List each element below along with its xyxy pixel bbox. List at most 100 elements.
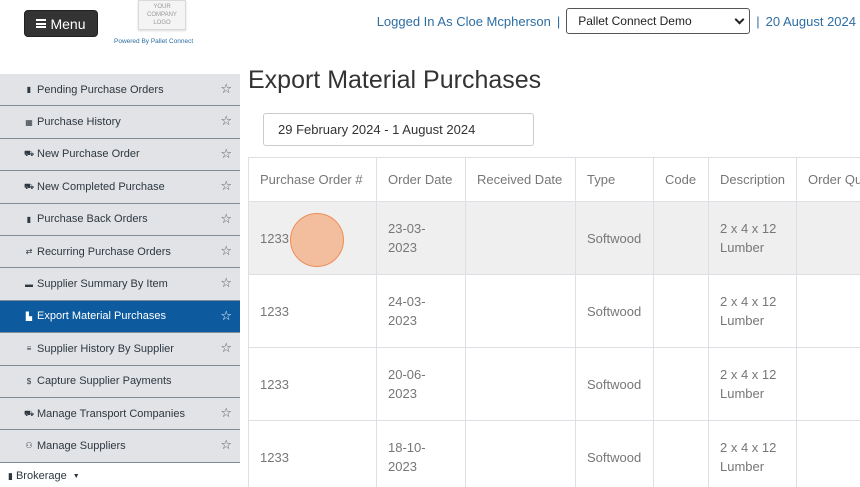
table-header-row: Purchase Order #Order DateReceived DateT… — [249, 158, 860, 202]
sidebar-item-label: Recurring Purchase Orders — [37, 246, 171, 258]
order-date-cell: 24-03-2023 — [377, 275, 466, 348]
sidebar-item-brokerage[interactable]: ▮ Brokerage ▼ — [8, 470, 80, 482]
sidebar-item-label: Purchase Back Orders — [37, 213, 148, 225]
table-row[interactable]: 123320-06-2023Softwood2 x 4 x 12Lumber — [249, 348, 860, 421]
order-date-part: 2023 — [388, 459, 417, 474]
sidebar-item-label: Manage Transport Companies — [37, 408, 185, 420]
purchases-table-container[interactable]: Purchase Order #Order DateReceived DateT… — [248, 157, 860, 487]
company-select-value: Pallet Connect Demo — [578, 14, 691, 28]
table-row[interactable]: 123318-10-2023Softwood2 x 4 x 12Lumber — [249, 421, 860, 487]
main-content: Export Material Purchases 29 February 20… — [240, 64, 860, 482]
order-date-part: 20-06- — [388, 367, 426, 382]
type-cell: Softwood — [576, 275, 654, 348]
sidebar-item-label: Supplier Summary By Item — [37, 278, 168, 290]
code-cell — [654, 202, 709, 275]
column-header[interactable]: Order Qu — [797, 158, 860, 202]
qty-cell — [797, 348, 860, 421]
type-cell: Softwood — [576, 348, 654, 421]
column-header[interactable]: Type — [576, 158, 654, 202]
po-cell: 1233 — [249, 421, 377, 487]
description-part: Lumber — [720, 459, 764, 474]
sidebar-item-label: Capture Supplier Payments — [37, 375, 172, 387]
po-number: 1233 — [260, 231, 289, 246]
star-icon[interactable]: ☆ — [220, 341, 232, 355]
dollar-icon: $ — [24, 377, 34, 386]
sidebar-item-label: New Completed Purchase — [37, 181, 165, 193]
code-cell — [654, 348, 709, 421]
sidebar-menu: ▮Pending Purchase Orders☆▦Purchase Histo… — [0, 74, 240, 463]
sidebar-item-label: Export Material Purchases — [37, 310, 166, 322]
current-date: 20 August 2024 — [766, 14, 856, 29]
sidebar-item[interactable]: ▙Export Material Purchases☆ — [0, 301, 240, 333]
powered-by-text: Powered By Pallet Connect — [114, 38, 193, 45]
sidebar-item[interactable]: ⛟New Completed Purchase ☆ — [0, 171, 240, 203]
description-part: 2 x 4 x 12 — [720, 367, 776, 382]
sidebar-item[interactable]: ≡Supplier History By Supplier☆ — [0, 333, 240, 365]
received-date-cell — [466, 202, 576, 275]
sidebar-item[interactable]: ▮Pending Purchase Orders☆ — [0, 74, 240, 106]
menu-button[interactable]: Menu — [24, 10, 98, 37]
po-number: 1233 — [260, 377, 289, 392]
column-header[interactable]: Code — [654, 158, 709, 202]
truck-icon: ⛟ — [24, 182, 34, 191]
order-date-part: 23-03- — [388, 221, 426, 236]
sidebar-item[interactable]: ▬Supplier Summary By Item☆ — [0, 268, 240, 300]
sidebar-item[interactable]: ▮Purchase Back Orders☆ — [0, 204, 240, 236]
star-icon[interactable]: ☆ — [220, 212, 232, 226]
sidebar-item-label: Supplier History By Supplier — [37, 343, 174, 355]
po-cell: 1233 — [249, 202, 377, 275]
sidebar-item[interactable]: ▦Purchase History ☆ — [0, 106, 240, 138]
material-type: Softwood — [587, 231, 641, 246]
building-icon: ▮ — [8, 471, 13, 482]
star-icon[interactable]: ☆ — [220, 309, 232, 323]
sidebar-item-label: Purchase History — [37, 116, 121, 128]
dolly-icon: ⛟ — [24, 150, 34, 159]
table-row[interactable]: 1233 24-03-2023 Softwood 2 x 4 x 12Lumber — [249, 275, 860, 348]
material-type: Softwood — [587, 377, 641, 392]
sidebar-item[interactable]: ⇄Recurring Purchase Orders☆ — [0, 236, 240, 268]
description-part: 2 x 4 x 12 — [720, 440, 776, 455]
logged-in-text: Logged In As Cloe Mcpherson — [377, 14, 551, 29]
sidebar-item[interactable]: $Capture Supplier Payments — [0, 366, 240, 398]
table-icon: ▦ — [24, 118, 34, 127]
code-cell — [654, 275, 709, 348]
description-part: 2 x 4 x 12 — [720, 294, 776, 309]
table-body: 1233 23-03- 2023 Softwood 2 x 4 x 12 Lumber 12… — [249, 202, 860, 487]
column-header[interactable]: Received Date — [466, 158, 576, 202]
material-type: Softwood — [587, 450, 641, 465]
user-bar: Logged In As Cloe Mcpherson | Pallet Con… — [377, 8, 856, 34]
table-row[interactable]: 123323-03-2023Softwood2 x 4 x 12Lumber — [249, 202, 860, 275]
qty-cell — [797, 275, 860, 348]
logo-line: LOGO — [139, 19, 185, 27]
type-cell: Softwood — [576, 202, 654, 275]
separator: | — [756, 14, 759, 29]
description-cell: 2 x 4 x 12 Lumber — [709, 421, 797, 487]
star-icon[interactable]: ☆ — [220, 82, 232, 96]
star-icon[interactable]: ☆ — [220, 438, 232, 452]
star-icon[interactable]: ☆ — [220, 244, 232, 258]
company-select[interactable]: Pallet Connect Demo — [566, 8, 750, 34]
sidebar-item[interactable]: ⛟Manage Transport Companies☆ — [0, 398, 240, 430]
po-number: 1233 — [260, 304, 289, 319]
date-range-input[interactable]: 29 February 2024 - 1 August 2024 — [263, 113, 534, 146]
description-cell: 2 x 4 x 12Lumber — [709, 202, 797, 275]
sidebar-item[interactable]: ⛟New Purchase Order ☆ — [0, 139, 240, 171]
code-cell — [654, 421, 709, 487]
star-icon[interactable]: ☆ — [220, 147, 232, 161]
purchases-table: Purchase Order #Order DateReceived DateT… — [248, 157, 860, 487]
type-cell: Softwood — [576, 421, 654, 487]
column-header[interactable]: Description — [709, 158, 797, 202]
star-icon[interactable]: ☆ — [220, 179, 232, 193]
sidebar-item-label: New Purchase Order — [37, 148, 140, 160]
column-header[interactable]: Order Date — [377, 158, 466, 202]
star-icon[interactable]: ☆ — [220, 114, 232, 128]
menu-button-label: Menu — [50, 16, 85, 32]
company-logo: YOUR COMPANY LOGO — [138, 0, 186, 30]
description-part: 2 x 4 x 12 — [720, 221, 776, 236]
sidebar-item[interactable]: ⚇Manage Suppliers☆ — [0, 430, 240, 462]
star-icon[interactable]: ☆ — [220, 406, 232, 420]
star-icon[interactable]: ☆ — [220, 276, 232, 290]
description-cell: 2 x 4 x 12Lumber — [709, 275, 797, 348]
page-title: Export Material Purchases — [248, 66, 541, 95]
column-header[interactable]: Purchase Order # — [249, 158, 377, 202]
